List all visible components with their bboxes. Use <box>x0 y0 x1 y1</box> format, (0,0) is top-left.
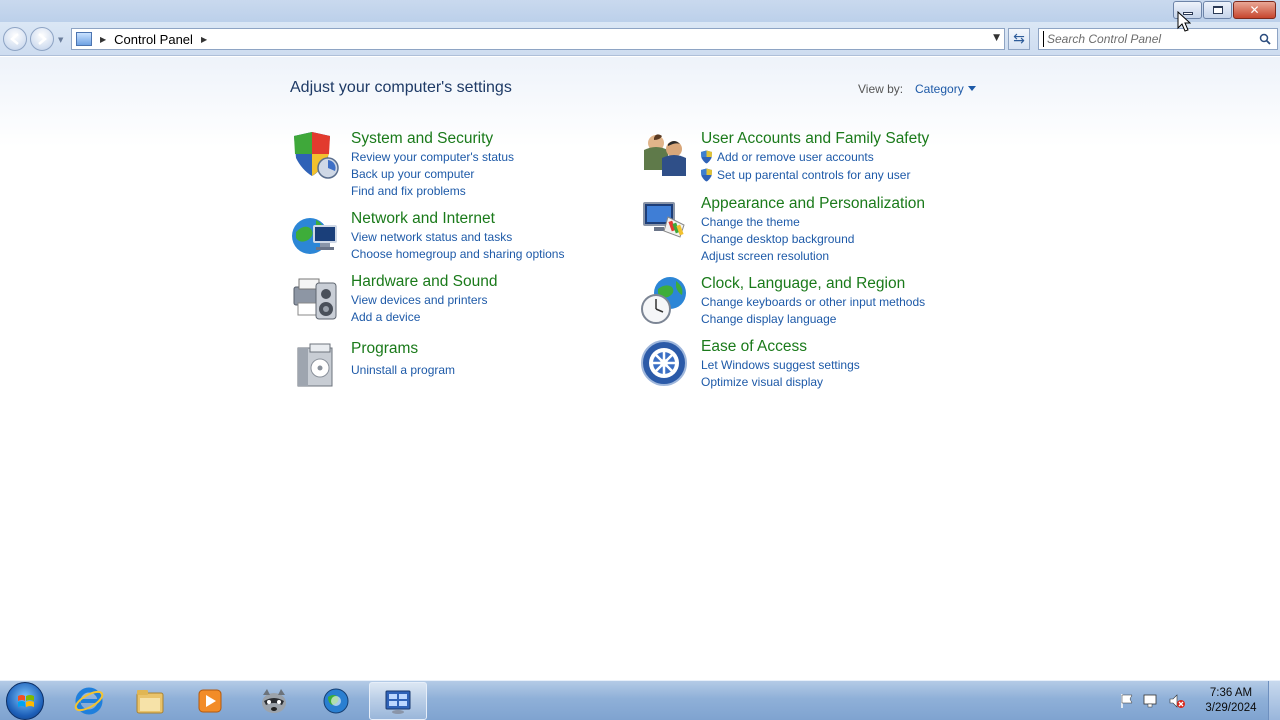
category-link[interactable]: Add a device <box>351 310 420 324</box>
page-title: Adjust your computer's settings <box>290 79 512 96</box>
restore-icon <box>1212 6 1223 14</box>
search-icon[interactable] <box>1259 33 1271 45</box>
users-icon[interactable] <box>640 130 690 180</box>
control-panel-icon <box>76 32 92 46</box>
taskbar-browser[interactable] <box>307 682 365 720</box>
clock-time: 7:36 AM <box>1209 687 1253 699</box>
breadcrumb-control-panel[interactable]: Control Panel <box>114 32 193 47</box>
restore-button[interactable] <box>1203 1 1232 19</box>
category-appearance: Appearance and Personalization Change th… <box>640 195 1000 265</box>
category-clock-language: Clock, Language, and Region Change keybo… <box>640 275 1000 330</box>
category-link[interactable]: Change desktop background <box>701 232 854 246</box>
clock-date: 3/29/2024 <box>1205 702 1257 714</box>
title-bar: ✕ <box>0 0 1280 22</box>
navigation-bar: ▼ ▶ Control Panel ▶ ▼ ⇆ <box>0 22 1280 56</box>
show-desktop-button[interactable] <box>1268 681 1280 720</box>
category-link[interactable]: Uninstall a program <box>351 363 455 377</box>
category-link[interactable]: Choose homegroup and sharing options <box>351 247 564 261</box>
breadcrumb-arrow-icon[interactable]: ▶ <box>201 35 207 44</box>
search-box[interactable] <box>1038 28 1278 50</box>
category-title[interactable]: Programs <box>351 340 418 358</box>
taskbar-clock[interactable]: 7:36 AM 3/29/2024 <box>1196 686 1266 716</box>
monitor-palette-icon[interactable] <box>640 195 690 245</box>
globe-browser-icon <box>323 688 349 714</box>
category-link[interactable]: Add or remove user accounts <box>717 150 874 164</box>
taskbar-raccoon-app[interactable] <box>245 682 303 720</box>
taskbar: 7:36 AM 3/29/2024 <box>0 680 1280 720</box>
category-link[interactable]: Adjust screen resolution <box>701 249 829 263</box>
view-by-label: View by: <box>858 82 904 96</box>
taskbar-control-panel[interactable] <box>369 682 427 720</box>
internet-explorer-icon <box>74 687 104 715</box>
back-arrow-icon <box>10 33 19 45</box>
category-link[interactable]: View devices and printers <box>351 293 488 307</box>
breadcrumb-arrow-icon[interactable]: ▶ <box>100 35 106 44</box>
category-system-security: System and Security Review your computer… <box>290 130 630 200</box>
category-link[interactable]: Back up your computer <box>351 167 474 181</box>
category-user-accounts: User Accounts and Family Safety Add or r… <box>640 130 1000 190</box>
category-link[interactable]: Optimize visual display <box>701 375 823 389</box>
uac-shield-icon <box>701 150 712 164</box>
raccoon-icon <box>262 689 286 713</box>
view-by-caret-icon[interactable] <box>968 86 976 91</box>
taskbar-windows-explorer[interactable] <box>121 682 179 720</box>
category-link[interactable]: Change the theme <box>701 215 800 229</box>
mouse-cursor-icon <box>1177 11 1191 32</box>
search-input[interactable] <box>1043 31 1253 47</box>
view-by-dropdown[interactable]: Category <box>915 82 964 96</box>
shield-security-icon[interactable] <box>290 130 340 180</box>
action-center-flag-icon[interactable] <box>1120 693 1134 709</box>
category-title[interactable]: Network and Internet <box>351 210 495 228</box>
refresh-button[interactable]: ⇆ <box>1008 28 1030 50</box>
taskbar-internet-explorer[interactable] <box>60 682 118 720</box>
refresh-icon: ⇆ <box>1013 31 1025 47</box>
network-icon[interactable] <box>1142 693 1160 709</box>
close-button[interactable]: ✕ <box>1233 1 1276 19</box>
back-button[interactable] <box>3 27 27 51</box>
address-bar[interactable]: ▶ Control Panel ▶ ▼ <box>71 28 1005 50</box>
category-link[interactable]: Change display language <box>701 312 836 326</box>
printer-speaker-icon[interactable] <box>290 273 340 323</box>
address-history-dropdown-icon[interactable]: ▼ <box>993 33 1000 43</box>
control-panel-icon <box>385 690 411 714</box>
category-network-internet: Network and Internet View network status… <box>290 210 630 265</box>
programs-box-icon[interactable] <box>290 340 340 390</box>
media-player-icon <box>198 689 222 713</box>
category-programs: Programs Uninstall a program <box>290 340 630 390</box>
category-link[interactable]: Find and fix problems <box>351 184 466 198</box>
ease-of-access-icon[interactable] <box>640 338 690 388</box>
forward-arrow-icon <box>38 33 47 45</box>
folder-icon <box>136 690 164 714</box>
control-panel-content: Adjust your computer's settings View by:… <box>0 57 1280 680</box>
windows-logo-icon <box>18 695 34 707</box>
close-icon: ✕ <box>1249 3 1260 17</box>
category-title[interactable]: User Accounts and Family Safety <box>701 130 929 148</box>
category-link[interactable]: Review your computer's status <box>351 150 514 164</box>
category-title[interactable]: System and Security <box>351 130 493 148</box>
category-link[interactable]: Set up parental controls for any user <box>717 168 910 182</box>
category-link[interactable]: View network status and tasks <box>351 230 512 244</box>
forward-button[interactable] <box>30 27 54 51</box>
category-link[interactable]: Let Windows suggest settings <box>701 358 860 372</box>
category-title[interactable]: Hardware and Sound <box>351 273 498 291</box>
category-title[interactable]: Ease of Access <box>701 338 807 356</box>
category-title[interactable]: Clock, Language, and Region <box>701 275 905 293</box>
uac-shield-icon <box>701 168 712 182</box>
start-button[interactable] <box>6 682 44 720</box>
volume-muted-icon[interactable] <box>1168 693 1186 709</box>
category-ease-of-access: Ease of Access Let Windows suggest setti… <box>640 338 1000 393</box>
category-title[interactable]: Appearance and Personalization <box>701 195 925 213</box>
system-tray <box>1120 681 1186 720</box>
taskbar-media-player[interactable] <box>181 682 239 720</box>
category-hardware-sound: Hardware and Sound View devices and prin… <box>290 273 630 328</box>
category-link[interactable]: Change keyboards or other input methods <box>701 295 925 309</box>
network-globe-icon[interactable] <box>290 210 340 260</box>
clock-globe-icon[interactable] <box>640 275 690 325</box>
recent-pages-dropdown[interactable]: ▼ <box>58 36 63 44</box>
